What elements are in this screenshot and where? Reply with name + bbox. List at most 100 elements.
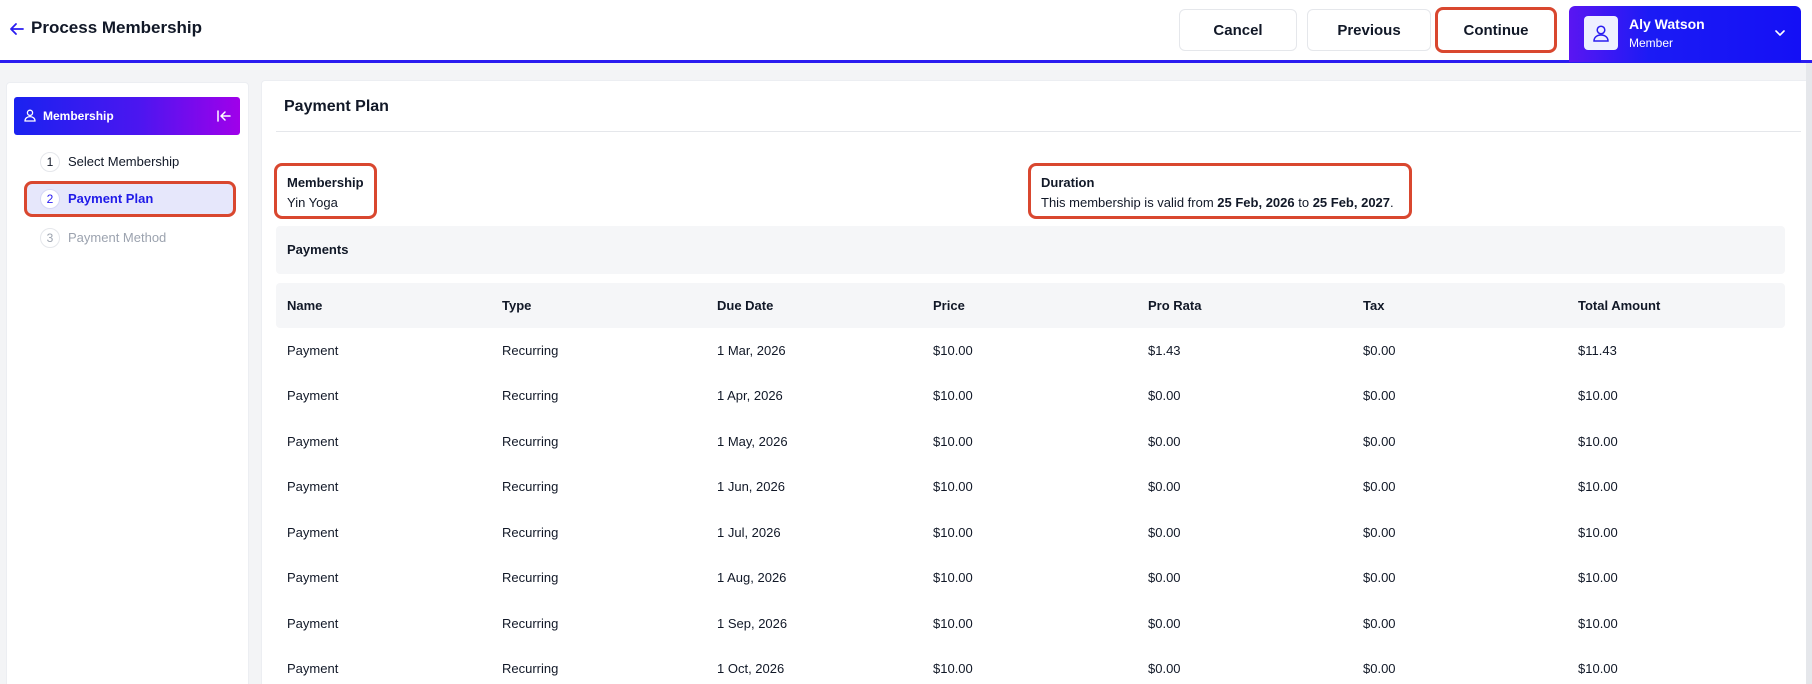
cell-name: Payment [287, 525, 339, 540]
cell-due-date: 1 Aug, 2026 [717, 570, 787, 585]
collapse-sidebar-icon[interactable] [216, 108, 232, 124]
cell-pro-rata: $0.00 [1148, 525, 1181, 540]
main-panel: Payment Plan Membership Yin Yoga Duratio… [261, 80, 1812, 684]
cell-total-amount: $11.43 [1578, 343, 1617, 358]
membership-info: Membership Yin Yoga [274, 163, 377, 219]
cell-price: $10.00 [933, 525, 973, 540]
duration-middle: to [1294, 195, 1313, 210]
user-menu[interactable]: Aly Watson Member [1569, 6, 1801, 62]
duration-end: 25 Feb, 2027 [1312, 195, 1391, 210]
sidebar-title: Membership [43, 109, 114, 123]
cell-name: Payment [287, 343, 339, 358]
step-label: Payment Plan [68, 191, 154, 206]
cell-due-date: 1 Sep, 2026 [717, 616, 788, 631]
back-arrow-icon[interactable] [8, 20, 26, 38]
cell-due-date: 1 Apr, 2026 [717, 388, 783, 403]
table-row: Payment Recurring 1 Sep, 2026 $10.00 $0.… [276, 601, 1785, 646]
previous-button[interactable]: Previous [1307, 9, 1431, 51]
step-label: Select Membership [68, 154, 180, 169]
cell-tax: $0.00 [1363, 343, 1396, 358]
cancel-button[interactable]: Cancel [1179, 9, 1297, 51]
column-header-type: Type [502, 298, 532, 313]
table-row: Payment Recurring 1 Jul, 2026 $10.00 $0.… [276, 510, 1785, 555]
step-number: 1 [40, 152, 60, 172]
cell-tax: $0.00 [1363, 388, 1396, 403]
cell-pro-rata: $0.00 [1148, 661, 1181, 676]
cell-pro-rata: $1.43 [1148, 343, 1181, 358]
cell-name: Payment [287, 479, 339, 494]
table-row: Payment Recurring 1 Apr, 2026 $10.00 $0.… [276, 373, 1785, 418]
cell-name: Payment [287, 661, 339, 676]
top-bar: Process Membership Cancel Previous Conti… [0, 0, 1812, 63]
cell-type: Recurring [502, 388, 559, 403]
membership-value: Yin Yoga [287, 195, 338, 210]
cell-due-date: 1 May, 2026 [717, 434, 788, 449]
payments-header: Payments [276, 226, 1785, 274]
duration-suffix: . [1390, 195, 1394, 210]
cell-name: Payment [287, 388, 339, 403]
cell-type: Recurring [502, 616, 559, 631]
step-select-membership[interactable]: 1 Select Membership [24, 144, 236, 180]
cell-pro-rata: $0.00 [1148, 616, 1181, 631]
cell-type: Recurring [502, 343, 559, 358]
cell-tax: $0.00 [1363, 434, 1396, 449]
step-label: Payment Method [68, 230, 167, 245]
cell-due-date: 1 Oct, 2026 [717, 661, 785, 676]
payments-title: Payments [287, 242, 349, 257]
sidebar-header[interactable]: Membership [14, 97, 240, 135]
section-title: Payment Plan [284, 98, 389, 115]
cell-pro-rata: $0.00 [1148, 570, 1181, 585]
user-name: Aly Watson [1629, 16, 1705, 32]
column-header-total-amount: Total Amount [1578, 298, 1661, 313]
cell-price: $10.00 [933, 479, 973, 494]
step-number: 3 [40, 228, 60, 248]
cell-pro-rata: $0.00 [1148, 479, 1181, 494]
cell-price: $10.00 [933, 434, 973, 449]
cell-type: Recurring [502, 434, 559, 449]
step-number: 2 [40, 189, 60, 209]
continue-button[interactable]: Continue [1435, 7, 1557, 53]
step-payment-method[interactable]: 3 Payment Method [24, 220, 236, 256]
page-title: Process Membership [31, 18, 203, 37]
avatar [1584, 16, 1618, 50]
cell-price: $10.00 [933, 570, 973, 585]
cell-total-amount: $10.00 [1578, 616, 1618, 631]
cell-due-date: 1 Jun, 2026 [717, 479, 785, 494]
cell-name: Payment [287, 434, 339, 449]
column-header-price: Price [933, 298, 965, 313]
table-row: Payment Recurring 1 Mar, 2026 $10.00 $1.… [276, 328, 1785, 373]
duration-info: Duration This membership is valid from 2… [1028, 163, 1412, 219]
cell-tax: $0.00 [1363, 570, 1396, 585]
cell-total-amount: $10.00 [1578, 661, 1618, 676]
cell-due-date: 1 Jul, 2026 [717, 525, 781, 540]
table-row: Payment Recurring 1 Aug, 2026 $10.00 $0.… [276, 555, 1785, 600]
cell-pro-rata: $0.00 [1148, 388, 1181, 403]
cell-total-amount: $10.00 [1578, 525, 1618, 540]
column-header-name: Name [287, 298, 323, 313]
cell-tax: $0.00 [1363, 479, 1396, 494]
cell-due-date: 1 Mar, 2026 [717, 343, 786, 358]
cell-name: Payment [287, 616, 339, 631]
column-header-pro-rata: Pro Rata [1148, 298, 1202, 313]
step-payment-plan[interactable]: 2 Payment Plan [24, 181, 236, 217]
duration-start: 25 Feb, 2026 [1217, 195, 1295, 210]
cell-type: Recurring [502, 661, 559, 676]
membership-label: Membership [287, 175, 364, 190]
cell-tax: $0.00 [1363, 661, 1396, 676]
table-row: Payment Recurring 1 Oct, 2026 $10.00 $0.… [276, 646, 1785, 684]
cell-total-amount: $10.00 [1578, 434, 1618, 449]
page-scrollbar[interactable] [1806, 63, 1812, 684]
user-role: Member [1629, 36, 1674, 50]
cell-total-amount: $10.00 [1578, 388, 1618, 403]
cell-tax: $0.00 [1363, 616, 1396, 631]
cell-price: $10.00 [933, 661, 973, 676]
table-header: Name Type Due Date Price Pro Rata Tax To… [276, 283, 1785, 328]
table-row: Payment Recurring 1 Jun, 2026 $10.00 $0.… [276, 464, 1785, 509]
cell-type: Recurring [502, 479, 559, 494]
cell-total-amount: $10.00 [1578, 570, 1618, 585]
duration-text: This membership is valid from 25 Feb, 20… [1041, 195, 1394, 210]
chevron-down-icon[interactable] [1773, 26, 1787, 40]
column-header-due-date: Due Date [717, 298, 774, 313]
column-header-tax: Tax [1363, 298, 1385, 313]
cell-total-amount: $10.00 [1578, 479, 1618, 494]
